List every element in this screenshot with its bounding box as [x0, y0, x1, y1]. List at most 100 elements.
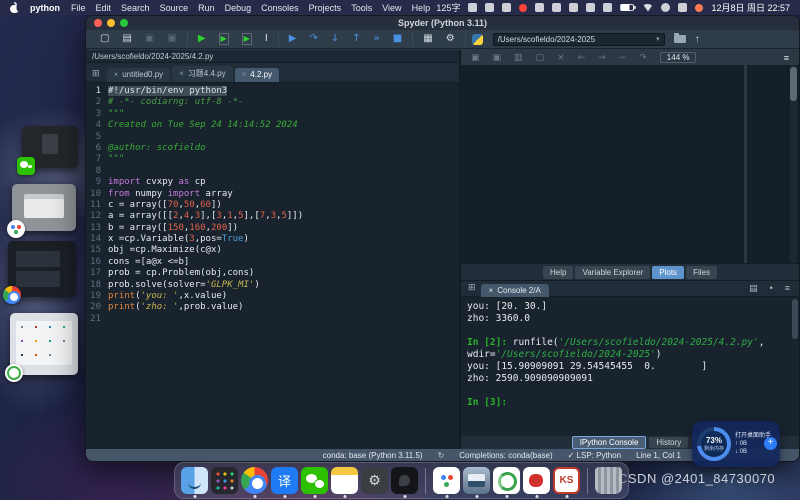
notes-dock-icon[interactable]	[331, 467, 358, 494]
browse-tabs-icon[interactable]: ⊞	[92, 68, 100, 79]
status-dot-icon[interactable]: •	[770, 283, 773, 294]
line-number[interactable]: 11	[86, 200, 108, 211]
continue-execution-icon[interactable]: »	[374, 34, 380, 44]
green-ring-app-dock-icon[interactable]	[493, 467, 520, 494]
wifi-icon[interactable]	[642, 4, 653, 12]
remove-plot-icon[interactable]: ▢	[536, 53, 545, 63]
code-line[interactable]: 7"""	[86, 154, 459, 165]
line-number[interactable]: 7	[86, 154, 108, 165]
code-line[interactable]: 19print('you: ',x.value)	[86, 291, 459, 302]
menu-source[interactable]: Source	[160, 3, 189, 13]
code-line[interactable]: 9import cvxpy as cp	[86, 177, 459, 188]
apple-menu-icon[interactable]	[10, 3, 19, 13]
line-number[interactable]: 2	[86, 97, 108, 108]
chess-app-dock-icon[interactable]: KS	[553, 467, 580, 494]
run-cell-advance-icon[interactable]: ▶	[242, 33, 252, 45]
zoom-out-plot-icon[interactable]: −	[619, 53, 627, 63]
close-icon[interactable]: ×	[242, 70, 247, 79]
code-line[interactable]: 20print('zho: ',prob.value)	[86, 302, 459, 313]
code-line[interactable]: 2# -*- codiarng: utf-8 -*-	[86, 97, 459, 108]
siri-icon[interactable]	[695, 4, 703, 12]
menu-tools[interactable]: Tools	[351, 3, 372, 13]
line-number[interactable]: 4	[86, 120, 108, 131]
code-line[interactable]: 14x =cp.Variable(3,pos=True)	[86, 234, 459, 245]
stage-manager-icon[interactable]	[569, 3, 578, 12]
line-number[interactable]: 1	[86, 86, 108, 97]
line-number[interactable]: 10	[86, 189, 108, 200]
line-number[interactable]: 19	[86, 291, 108, 302]
line-number[interactable]: 15	[86, 245, 108, 256]
wechat-dock-icon[interactable]	[301, 467, 328, 494]
code-line[interactable]: 17prob = cp.Problem(obj,cons)	[86, 268, 459, 279]
menu-projects[interactable]: Projects	[309, 3, 342, 13]
circles-app-dock-icon[interactable]	[433, 467, 460, 494]
menu-run[interactable]: Run	[198, 3, 215, 13]
browse-directory-icon[interactable]	[674, 35, 686, 43]
working-directory-combo[interactable]: /Users/scofieldo/2024-2025 ▾	[493, 33, 665, 46]
run-cell-icon[interactable]: ▶	[219, 33, 229, 45]
step-over-icon[interactable]: ↷	[309, 34, 317, 44]
keyboard-icon[interactable]	[502, 3, 511, 12]
menu-bar-clock[interactable]: 12月8日 周日 22:57	[711, 1, 790, 14]
menu-consoles[interactable]: Consoles	[261, 3, 299, 13]
code-line[interactable]: 11c = array([70,50,60])	[86, 200, 459, 211]
editor-tab-习题4.4.py[interactable]: ×习题4.4.py	[172, 66, 232, 82]
settings-dock-icon[interactable]: ⚙	[361, 467, 388, 494]
preview-app-dock-icon[interactable]	[463, 467, 490, 494]
editor-tab-untitled0.py[interactable]: ×untitled0.py	[107, 68, 171, 82]
line-number[interactable]: 16	[86, 257, 108, 268]
code-editor[interactable]: 1#!/usr/bin/env python32# -*- codiarng: …	[86, 83, 459, 449]
refresh-icon[interactable]: ↻	[438, 451, 445, 460]
code-line[interactable]: 8	[86, 166, 459, 177]
menu-debug[interactable]: Debug	[225, 3, 252, 13]
plots-scrollbar-thumb[interactable]	[790, 67, 797, 101]
tab-files[interactable]: Files	[686, 266, 717, 279]
bluetooth-icon[interactable]	[603, 3, 612, 12]
battery-icon[interactable]	[620, 4, 634, 11]
line-number[interactable]: 5	[86, 132, 108, 143]
save-icon[interactable]: ▣	[145, 34, 154, 44]
dark-app-dock-icon[interactable]	[391, 467, 418, 494]
tab-history[interactable]: History	[649, 437, 688, 448]
code-line[interactable]: 21	[86, 314, 459, 325]
code-line[interactable]: 16cons =[a@x <=b]	[86, 257, 459, 268]
parent-directory-icon[interactable]: ↑	[695, 34, 700, 45]
menu-help[interactable]: Help	[412, 3, 431, 13]
window-titlebar[interactable]: Spyder (Python 3.11)	[86, 16, 799, 30]
console-scrollbar[interactable]	[792, 299, 798, 339]
control-center-icon[interactable]	[678, 3, 687, 12]
menu-file[interactable]: File	[71, 3, 86, 13]
close-icon[interactable]: ×	[179, 69, 184, 78]
python-logo-icon[interactable]	[472, 34, 483, 45]
line-number[interactable]: 14	[86, 234, 108, 245]
remove-all-plots-icon[interactable]: ×	[557, 53, 565, 63]
code-line[interactable]: 3"""	[86, 109, 459, 120]
close-icon[interactable]: ×	[489, 286, 494, 295]
code-line[interactable]: 5	[86, 132, 459, 143]
code-line[interactable]: 15obj =cp.Maximize(c@x)	[86, 245, 459, 256]
code-line[interactable]: 13b = array([150,160,200])	[86, 223, 459, 234]
launchpad-dock-icon[interactable]	[211, 467, 238, 494]
line-number[interactable]: 21	[86, 314, 108, 325]
panes-layout-icon[interactable]: ▦	[423, 34, 432, 44]
line-number[interactable]: 12	[86, 211, 108, 222]
search-icon[interactable]	[661, 3, 670, 12]
code-line[interactable]: 4Created on Tue Sep 24 14:14:52 2024	[86, 120, 459, 131]
translate-dock-icon[interactable]: 译	[271, 467, 298, 494]
save-plot-icon[interactable]: ▣	[471, 53, 480, 63]
console-tab[interactable]: × Console 2/A	[481, 284, 549, 297]
menu-edit[interactable]: Edit	[96, 3, 112, 13]
code-line[interactable]: 10from numpy import array	[86, 189, 459, 200]
stop-debug-icon[interactable]: ■	[393, 34, 402, 44]
line-number[interactable]: 18	[86, 280, 108, 291]
save-all-plots-icon[interactable]: ▣	[493, 53, 502, 63]
next-plot-icon[interactable]: →	[598, 53, 606, 63]
copy-plot-icon[interactable]: ▥	[514, 53, 523, 63]
step-out-icon[interactable]: ↑	[352, 34, 360, 44]
code-line[interactable]: 12a = array([[2,4,3],[3,1,5],[7,3,5]])	[86, 211, 459, 222]
stage-thumbnail-wechat-window[interactable]	[22, 126, 78, 168]
run-selection-icon[interactable]: I	[265, 34, 268, 44]
shapes-icon[interactable]	[535, 3, 544, 12]
apple-app-dock-icon[interactable]	[523, 467, 550, 494]
line-number[interactable]: 17	[86, 268, 108, 279]
